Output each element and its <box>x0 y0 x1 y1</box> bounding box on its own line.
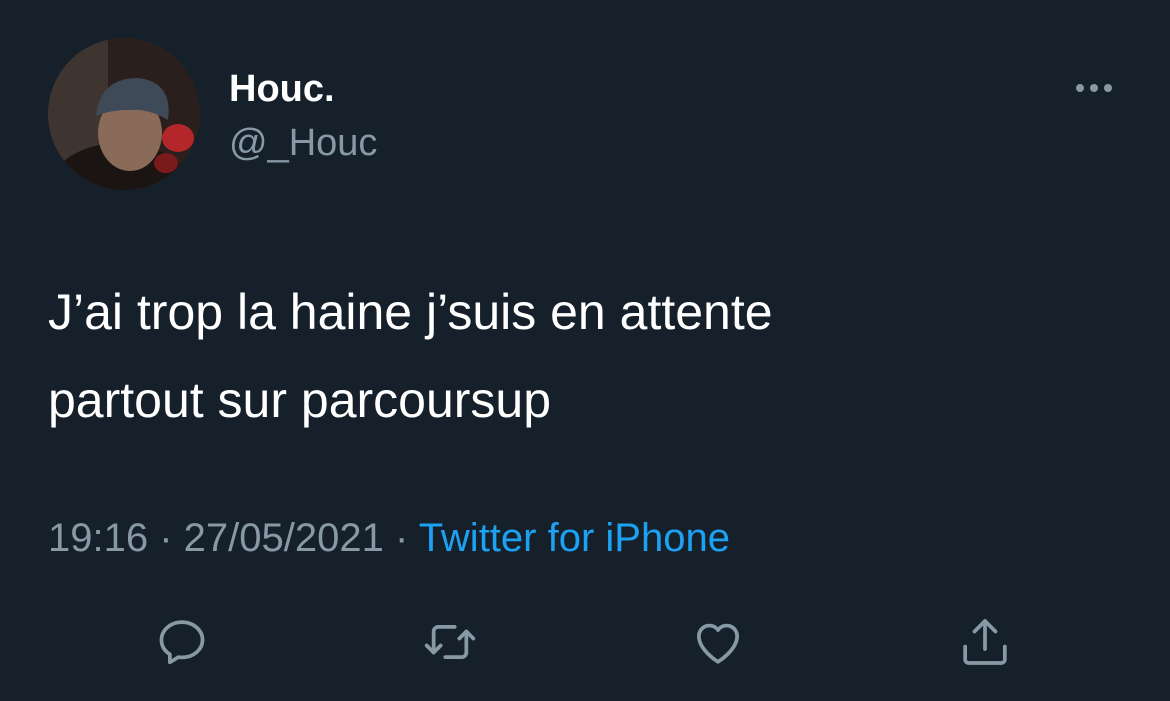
display-name[interactable]: Houc. <box>229 66 335 112</box>
tweet-source-link[interactable]: Twitter for iPhone <box>419 516 730 560</box>
retweet-icon <box>424 624 476 660</box>
share-button[interactable] <box>955 612 1015 672</box>
meta-separator: · <box>383 516 419 560</box>
tweet-date[interactable]: 27/05/2021 <box>184 516 384 560</box>
more-dot <box>1090 84 1098 92</box>
avatar-image <box>48 38 200 190</box>
meta-separator: · <box>148 516 184 560</box>
like-icon <box>696 623 740 664</box>
share-icon <box>963 619 1007 665</box>
more-horizontal-icon[interactable] <box>1070 72 1118 104</box>
tweet-text: J’ai trop la haine j’suis en attente par… <box>48 284 773 428</box>
user-handle[interactable]: @_Houc <box>229 120 377 166</box>
more-dot <box>1104 84 1112 92</box>
tweet-card: Houc. @_Houc J’ai trop la haine j’suis e… <box>0 0 1170 701</box>
reply-icon <box>159 620 205 665</box>
retweet-button[interactable] <box>420 612 480 672</box>
like-button[interactable] <box>688 612 748 672</box>
avatar[interactable] <box>48 38 200 190</box>
reply-button[interactable] <box>152 612 212 672</box>
tweet-time[interactable]: 19:16 <box>48 516 148 560</box>
more-dot <box>1076 84 1084 92</box>
tweet-meta: 19:16 · 27/05/2021 · Twitter for iPhone <box>48 514 730 562</box>
